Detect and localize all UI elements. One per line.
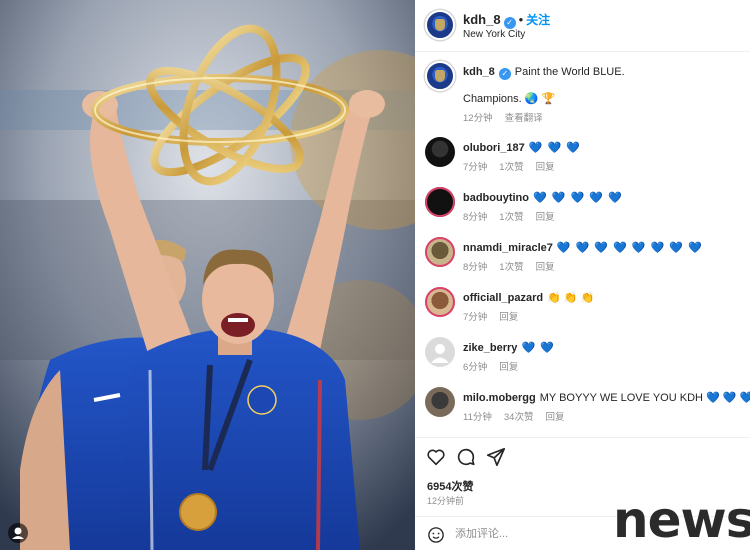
post-header: kdh_8 ✓ • 关注 New York City	[415, 0, 750, 52]
comment-body: 💙 💙 💙 💙 💙	[533, 192, 623, 204]
reply-button[interactable]: 回复	[536, 262, 555, 273]
caption-time: 12分钟	[463, 113, 493, 124]
comment-username[interactable]: olubori_187	[463, 142, 525, 154]
comment-text: olubori_187 💙 💙 💙	[463, 141, 745, 155]
comment-body: 💙 💙 💙 💙 💙 💙 💙 💙	[556, 242, 703, 254]
comment-text: badbouytino 💙 💙 💙 💙 💙	[463, 191, 745, 205]
commenter-avatar[interactable]	[425, 387, 455, 417]
commenter-avatar[interactable]	[425, 337, 455, 367]
reply-button[interactable]: 回复	[545, 412, 564, 423]
comment-input[interactable]	[455, 525, 615, 543]
comment-time: 11分钟	[463, 412, 492, 423]
caption-line2: Champions. 🌏 🏆	[463, 93, 556, 105]
comment-icon[interactable]	[455, 446, 477, 468]
author-username[interactable]: kdh_8	[463, 12, 501, 27]
heart-icon[interactable]	[425, 446, 447, 468]
comment-text: officiall_pazard 👏 👏 👏	[463, 291, 745, 305]
comment-meta: 11分钟 34次赞 回复	[463, 409, 576, 423]
translate-button[interactable]: 查看翻译	[505, 113, 543, 124]
comment-likes[interactable]: 34次赞	[504, 412, 534, 423]
likes-count[interactable]: 6954次赞	[427, 478, 473, 494]
comment-text: milo.mobergg MY BOYYY WE LOVE YOU KDH 💙 💙…	[463, 391, 750, 405]
comments-list[interactable]: kdh_8 ✓ Paint the World BLUE. Champions. 🌏…	[415, 53, 750, 436]
comment-username[interactable]: officiall_pazard	[463, 292, 543, 304]
caption-meta: 12分钟 查看翻译	[463, 110, 555, 124]
follow-button[interactable]: 关注	[526, 13, 550, 27]
author-avatar[interactable]	[425, 10, 455, 40]
commenter-avatar[interactable]	[425, 237, 455, 267]
comment-username[interactable]: milo.mobergg	[463, 392, 536, 404]
emoji-icon[interactable]	[427, 526, 445, 544]
verified-icon: ✓	[498, 68, 511, 80]
post-photo	[0, 0, 415, 550]
comment-meta: 7分钟 1次赞 回复	[463, 159, 567, 173]
comment-likes[interactable]: 1次赞	[499, 212, 523, 223]
comment-likes[interactable]: 1次赞	[499, 162, 523, 173]
comment-body: MY BOYYY WE LOVE YOU KDH 💙 💙 💙 💙	[539, 392, 750, 404]
comment-likes[interactable]: 1次赞	[499, 262, 523, 273]
commenter-avatar[interactable]	[425, 287, 455, 317]
comment-meta: 8分钟 1次赞 回复	[463, 259, 567, 273]
post-panel: kdh_8 ✓ • 关注 New York City kdh_8 ✓ Paint the …	[415, 0, 750, 550]
caption-text: kdh_8 ✓ Paint the World BLUE.	[463, 65, 745, 80]
caption-line1: Paint the World BLUE.	[514, 66, 625, 78]
caption-username[interactable]: kdh_8	[463, 66, 495, 78]
comment-time: 7分钟	[463, 312, 488, 323]
share-icon[interactable]	[485, 446, 507, 468]
comment-meta: 7分钟 回复	[463, 309, 530, 323]
comment-username[interactable]: zike_berry	[463, 342, 517, 354]
comment-body: 💙 💙 💙	[528, 142, 581, 154]
commenter-avatar[interactable]	[425, 187, 455, 217]
caption-avatar[interactable]	[425, 61, 455, 91]
post-location[interactable]: New York City	[463, 29, 525, 40]
comment-time: 6分钟	[463, 362, 488, 373]
comment-meta: 8分钟 1次赞 回复	[463, 209, 567, 223]
news-watermark: news	[613, 491, 750, 549]
commenter-avatar[interactable]	[425, 137, 455, 167]
comment-username[interactable]: nnamdi_miracle7	[463, 242, 553, 254]
comment-time: 8分钟	[463, 262, 488, 273]
reply-button[interactable]: 回复	[499, 312, 518, 323]
comment-text: nnamdi_miracle7 💙 💙 💙 💙 💙 💙 💙 💙	[463, 241, 745, 255]
photo-illustration	[0, 0, 415, 550]
reply-button[interactable]: 回复	[499, 362, 518, 373]
post-time: 12分钟前	[427, 496, 465, 506]
comment-time: 7分钟	[463, 162, 488, 173]
comment-username[interactable]: badbouytino	[463, 192, 529, 204]
comment-body: 💙 💙	[521, 342, 555, 354]
default-avatar-icon	[431, 344, 449, 363]
comment-text: zike_berry 💙 💙	[463, 341, 745, 355]
reply-button[interactable]: 回复	[536, 162, 555, 173]
comment-body: 👏 👏 👏	[547, 292, 595, 304]
comment-time: 8分钟	[463, 212, 488, 223]
author-line: kdh_8 ✓ • 关注	[463, 11, 550, 29]
reply-button[interactable]: 回复	[536, 212, 555, 223]
comment-meta: 6分钟 回复	[463, 359, 530, 373]
tagged-user-icon[interactable]	[8, 523, 28, 543]
verified-icon: ✓	[503, 17, 516, 29]
separator-dot: •	[518, 12, 524, 27]
